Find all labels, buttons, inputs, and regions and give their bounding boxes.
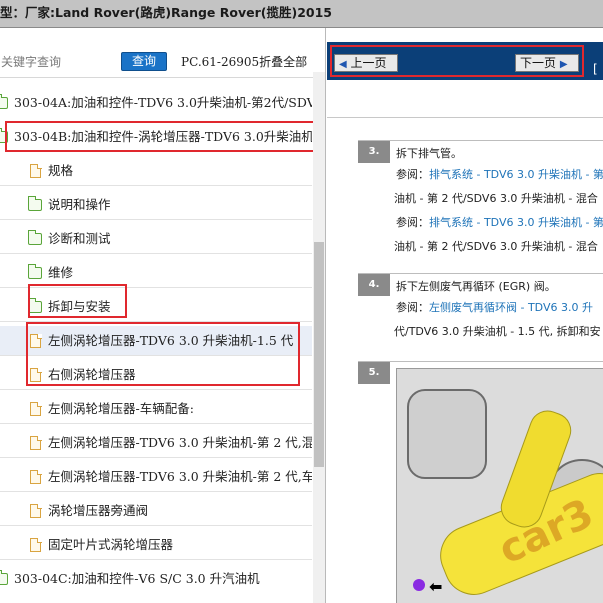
step-number: 4. [358,274,390,296]
folder-icon [0,570,8,585]
tree-item-label: 诊断和测试 [48,231,111,246]
doc-header-rule [327,88,603,118]
tree-item-fixed-vane-turbo[interactable]: 固定叶片式涡轮增压器 [0,530,312,560]
step-line: 代/TDV6 3.0 升柴油机 - 1.5 代, 拆卸和安 [394,325,601,338]
step-line: 油机 - 第 2 代/SDV6 3.0 升柴油机 - 混合 [394,192,598,205]
step-divider [358,361,603,362]
engine-part [407,389,487,479]
page-icon [30,503,42,518]
step-line: 参阅：排气系统 - TDV6 3.0 升柴油机 - 第 [396,216,603,229]
nav-extra: [ [593,62,598,76]
highlight-box-turbo-items [26,322,300,386]
tree-item-303-04C[interactable]: 303-04C:加油和控件-V6 S/C 3.0 升汽油机 [0,564,312,594]
tree-item-description[interactable]: 说明和操作 [0,190,312,220]
search-button[interactable]: 查询 [121,52,167,71]
tree-item-specs[interactable]: 规格 [0,156,312,186]
folder-icon [27,264,42,279]
tree-scrollbar[interactable] [313,72,325,603]
reference-link[interactable]: 排气系统 - TDV6 3.0 升柴油机 - 第 [429,168,603,181]
tree-item-diagnosis[interactable]: 诊断和测试 [0,224,312,254]
tree-item-label: 左侧涡轮增压器-车辆配备: [48,401,194,416]
tree-item-label: 规格 [48,163,74,178]
step-line: 油机 - 第 2 代/SDV6 3.0 升柴油机 - 混合 [394,240,598,253]
tree-item-303-04A[interactable]: 303-04A:加油和控件-TDV6 3.0升柴油机-第2代/SDV6 [0,88,312,118]
step-line: 参阅：排气系统 - TDV6 3.0 升柴油机 - 第 [396,168,603,181]
step-number: 5. [358,362,390,384]
tree-item-label: 左侧涡轮增压器-TDV6 3.0 升柴油机-第 2 代,车 [48,469,312,484]
page-icon [30,163,42,178]
turbo-illustration: car3 ⬅ [396,368,603,603]
tree-item-label: 303-04A:加油和控件-TDV6 3.0升柴油机-第2代/SDV6 [14,95,312,110]
tree-item-label: 左侧涡轮增压器-TDV6 3.0 升柴油机-第 2 代,混 [48,435,312,450]
folder-icon [27,230,42,245]
tree-item-label: 固定叶片式涡轮增压器 [48,537,174,552]
search-bar: 关键字查询 查询 PC.61-26905折叠全部 [0,42,325,78]
step-number: 3. [358,141,390,163]
left-pane: 关键字查询 查询 PC.61-26905折叠全部 303-04A:加油和控件-T… [0,28,326,603]
callout-badge-icon [413,579,425,591]
step-line: 参阅：左侧废气再循环阀 - TDV6 3.0 升 [396,301,593,314]
highlight-box-303-04B [5,121,316,152]
tree-item-left-turbo-vehicle[interactable]: 左侧涡轮增压器-车辆配备: [0,394,312,424]
page-icon [30,401,42,416]
reference-link[interactable]: 排气系统 - TDV6 3.0 升柴油机 - 第 [429,216,603,229]
page-icon [30,537,42,552]
page-icon [30,435,42,450]
tree-item-label: 说明和操作 [48,197,111,212]
highlight-box-removal [28,284,127,318]
step-3: 3. 拆下排气管。 参阅：排气系统 - TDV6 3.0 升柴油机 - 第 油机… [358,140,603,265]
step-4: 4. 拆下左侧废气再循环 (EGR) 阀。 参阅：左侧废气再循环阀 - TDV6… [358,273,603,353]
collapse-all-info[interactable]: PC.61-26905折叠全部 [181,53,307,70]
highlight-box-nav [330,45,584,77]
tree-item-label: 涡轮增压器旁通阀 [48,503,149,518]
step-divider [358,140,603,141]
folder-icon [0,94,8,109]
search-input[interactable]: 关键字查询 [1,53,61,70]
tree-item-left-turbo-gen2-hybrid[interactable]: 左侧涡轮增压器-TDV6 3.0 升柴油机-第 2 代,混 [0,428,312,458]
document-pane: ◀ 上一页 下一页 ▶ [ 3. 拆下排气管。 参阅：排气系统 - TDV6 3… [327,28,603,603]
tree-item-label: 303-04C:加油和控件-V6 S/C 3.0 升汽油机 [14,571,260,586]
tree-item-bypass-valve[interactable]: 涡轮增压器旁通阀 [0,496,312,526]
scroll-thumb[interactable] [314,242,324,467]
folder-icon [27,196,42,211]
window-title: 型：厂家:Land Rover(路虎)Range Rover(揽胜)2015 [0,0,603,28]
tree-item-left-turbo-gen2-vehicle[interactable]: 左侧涡轮增压器-TDV6 3.0 升柴油机-第 2 代,车 [0,462,312,492]
page-icon [30,469,42,484]
arrow-left-icon: ⬅ [429,577,443,596]
reference-link[interactable]: 左侧废气再循环阀 - TDV6 3.0 升 [429,301,593,314]
